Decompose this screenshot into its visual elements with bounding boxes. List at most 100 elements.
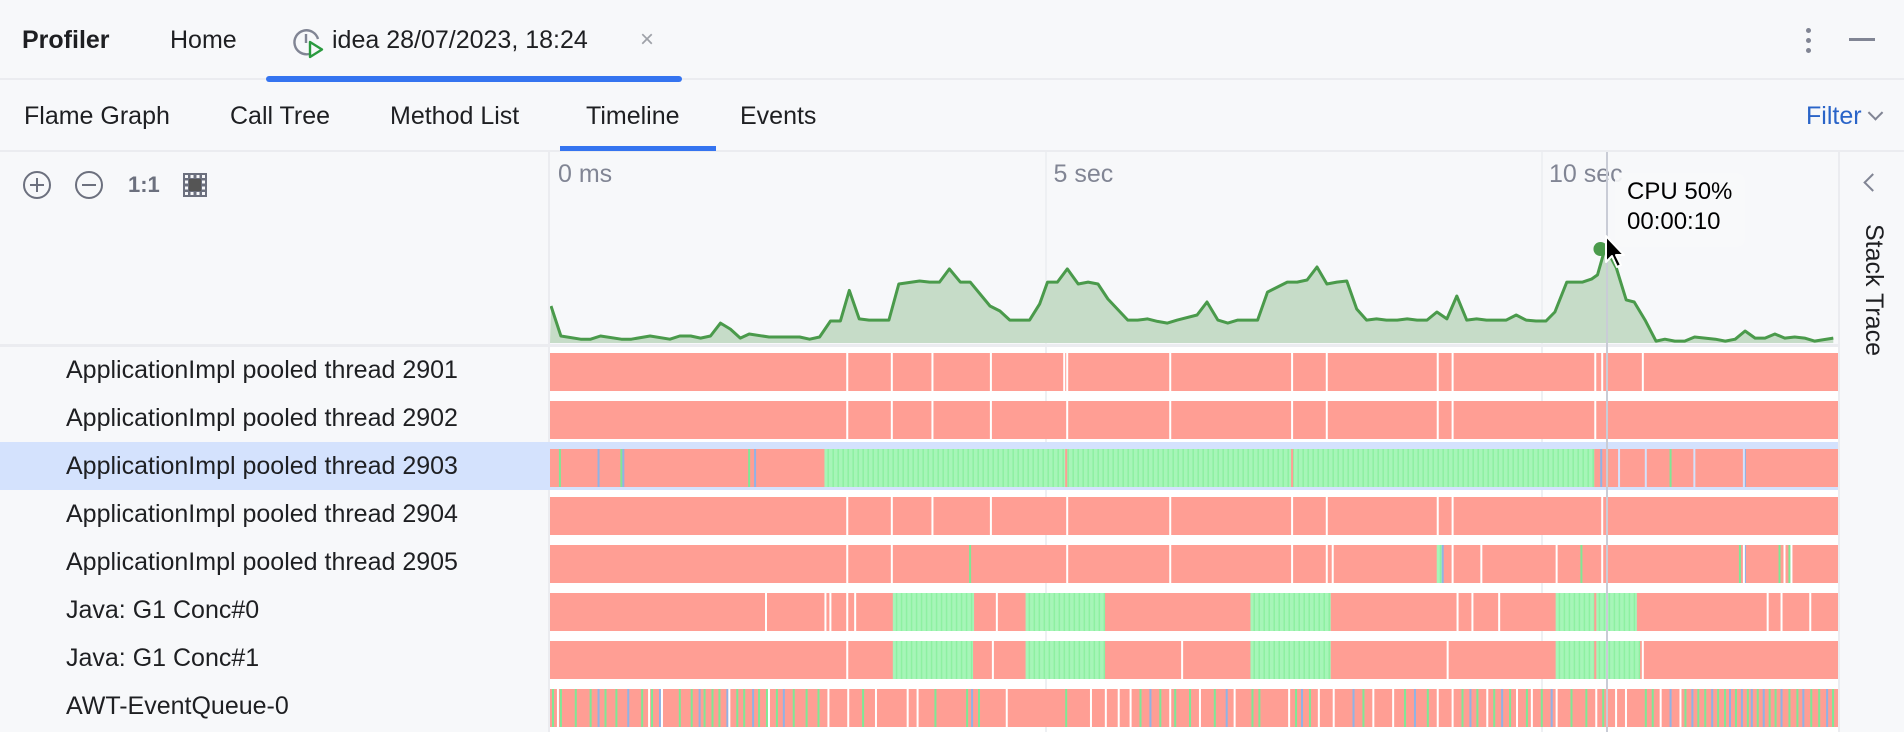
thread-state-track[interactable] [550,545,1838,583]
thread-row[interactable]: ApplicationImpl pooled thread 2901 [0,346,1838,394]
running-sample [1053,593,1056,631]
running-sample [1177,449,1179,487]
thread-row[interactable]: Java: G1 Conc#1 [0,634,1838,682]
running-sample [1252,449,1254,487]
running-sample [1628,641,1631,679]
close-icon[interactable]: × [640,26,654,54]
mouse-pointer-icon [1605,235,1625,268]
zoom-in-icon[interactable] [22,170,52,200]
state-marker [1308,689,1311,727]
tab-events[interactable]: Events [740,102,816,131]
running-sample [1328,593,1330,631]
state-marker [1724,689,1727,727]
running-sample [1567,449,1569,487]
thread-state-track[interactable] [550,353,1838,391]
thread-row[interactable]: Java: G1 Conc#0 [0,586,1838,634]
running-sample [1112,449,1114,487]
running-sample [957,449,959,487]
running-sample [1053,641,1056,679]
thread-state-track[interactable] [550,401,1838,439]
state-marker [1750,689,1753,727]
segment-gap [1555,689,1558,727]
state-marker [718,689,721,727]
running-sample [1103,641,1106,679]
state-marker [559,689,562,727]
segment-gap [829,593,832,631]
state-marker [589,689,592,727]
segment-gap [824,593,827,631]
running-sample [1283,641,1285,679]
segment-gap [1498,593,1501,631]
state-marker [597,689,600,727]
stack-trace-toggle[interactable]: Stack Trace [1859,224,1888,356]
thread-state-track[interactable] [550,641,1838,679]
running-sample [1558,593,1561,631]
thread-state-track[interactable] [550,689,1838,727]
running-sample [862,449,864,487]
running-sample [1293,641,1295,679]
filter-button[interactable]: Filter [1806,102,1883,131]
kebab-menu-icon[interactable] [1803,26,1813,56]
segment-gap [728,689,731,727]
running-sample [1122,449,1124,487]
state-marker [966,689,969,727]
running-sample [1273,641,1275,679]
running-sample [1347,449,1349,487]
thread-state-track[interactable] [550,449,1838,487]
segment-gap [916,689,919,727]
state-marker [1139,689,1142,727]
running-sample [997,449,999,487]
running-sample [1007,449,1009,487]
running-sample [915,641,918,679]
segment-gap [1169,497,1172,535]
state-marker [1225,689,1228,727]
thread-row[interactable]: ApplicationImpl pooled thread 2904 [0,490,1838,538]
thread-state-track[interactable] [550,593,1838,631]
tab-method-list[interactable]: Method List [390,102,519,131]
state-marker [690,689,693,727]
state-marker [1651,689,1654,727]
state-marker [1774,689,1777,727]
state-marker [1251,689,1254,727]
running-sample [1132,449,1134,487]
running-sample [1273,593,1275,631]
tab-call-tree[interactable]: Call Tree [230,102,330,131]
running-sample [960,593,963,631]
chevron-left-icon[interactable] [1863,173,1882,192]
state-marker [1149,689,1152,727]
tab-home[interactable]: Home [170,26,237,55]
state-marker [1291,449,1294,487]
running-sample [1093,641,1096,679]
segment-gap [1471,593,1474,631]
fit-to-window-icon[interactable] [180,170,210,200]
segment-gap [1005,689,1008,727]
running-sample [1332,449,1334,487]
thread-row[interactable]: ApplicationImpl pooled thread 2903 [0,442,1838,490]
state-marker [658,689,661,727]
actual-size-button[interactable]: 1:1 [128,170,160,200]
running-sample [1472,449,1474,487]
state-marker [604,689,607,727]
tab-session[interactable]: idea 28/07/2023, 18:24 × [266,0,682,82]
segment-gap [1601,353,1604,391]
running-sample [935,593,938,631]
thread-row[interactable]: ApplicationImpl pooled thread 2902 [0,394,1838,442]
tab-timeline[interactable]: Timeline [586,102,680,131]
zoom-out-icon[interactable] [74,170,104,200]
running-sample [902,449,904,487]
state-marker [1159,689,1162,727]
segment-gap [989,401,992,439]
cpu-area [550,247,1834,343]
minimize-icon[interactable] [1849,38,1875,41]
thread-state-track[interactable] [550,497,1838,535]
running-sample [1172,449,1174,487]
running-sample [1078,593,1081,631]
thread-row[interactable]: AWT-EventQueue-0 [0,682,1838,730]
running-sample [962,449,964,487]
running-sample [1082,449,1084,487]
state-marker [1746,689,1749,727]
running-sample [867,449,869,487]
tab-flame-graph[interactable]: Flame Graph [24,102,170,131]
thread-row[interactable]: ApplicationImpl pooled thread 2905 [0,538,1838,586]
segment-gap [1742,545,1745,583]
